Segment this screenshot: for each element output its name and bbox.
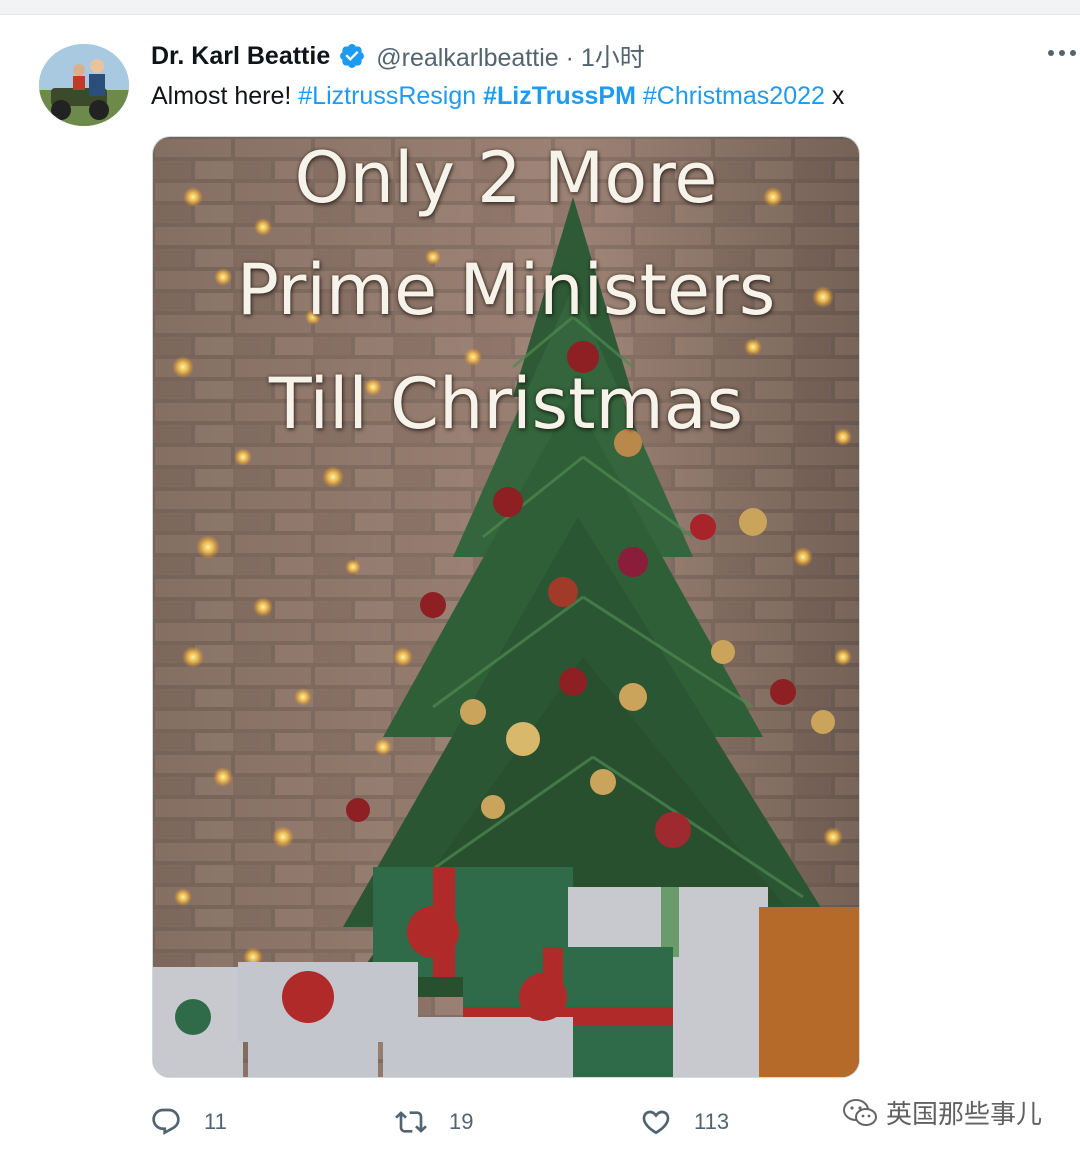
verified-badge-icon: [340, 44, 365, 68]
tweet-image[interactable]: Only 2 More Prime Ministers Till Christm…: [152, 136, 860, 1078]
tweet-text-prefix: Almost here!: [151, 82, 299, 110]
tweet-header: Dr. Karl Beattie @realkarlbeattie · 1小时: [151, 38, 645, 74]
tweet-actions: 11 19 113: [150, 1098, 850, 1146]
tweet-text-suffix: x: [824, 82, 845, 110]
image-caption-line-3: Till Christmas: [268, 363, 744, 445]
author-name[interactable]: Dr. Karl Beattie: [151, 42, 330, 71]
hashtag-liztrusspm[interactable]: #LizTrussPM: [483, 82, 636, 110]
heart-icon: [642, 1110, 670, 1135]
like-count: 113: [694, 1109, 730, 1134]
retweet-icon: [395, 1111, 427, 1133]
image-caption-line-2: Prime Ministers: [236, 249, 776, 331]
top-border: [0, 0, 1080, 15]
author-handle-time[interactable]: @realkarlbeattie · 1小时: [376, 38, 645, 74]
image-caption-line-1: Only 2 More: [294, 137, 718, 219]
reply-icon: [152, 1108, 180, 1135]
avatar-image: [39, 44, 129, 126]
like-button[interactable]: 113: [640, 1098, 729, 1146]
wechat-icon: [843, 1098, 877, 1126]
watermark-text: 英国那些事儿: [886, 1099, 1043, 1129]
more-dot: [1048, 50, 1054, 56]
more-dot: [1059, 50, 1065, 56]
tweet-text: Almost here! #LiztrussResign #LizTrussPM…: [151, 80, 844, 112]
wechat-watermark: 英国那些事儿: [842, 1094, 1042, 1131]
hashtag-christmas2022[interactable]: #Christmas2022: [643, 82, 825, 110]
retweet-button[interactable]: 19: [395, 1098, 473, 1146]
reply-count: 11: [204, 1109, 227, 1134]
reply-button[interactable]: 11: [150, 1098, 227, 1146]
more-dot: [1070, 50, 1076, 56]
retweet-count: 19: [449, 1109, 474, 1134]
hashtag-liztrussresign[interactable]: #LiztrussResign: [298, 82, 476, 110]
avatar[interactable]: [39, 44, 129, 126]
more-options-icon[interactable]: [1048, 50, 1080, 62]
